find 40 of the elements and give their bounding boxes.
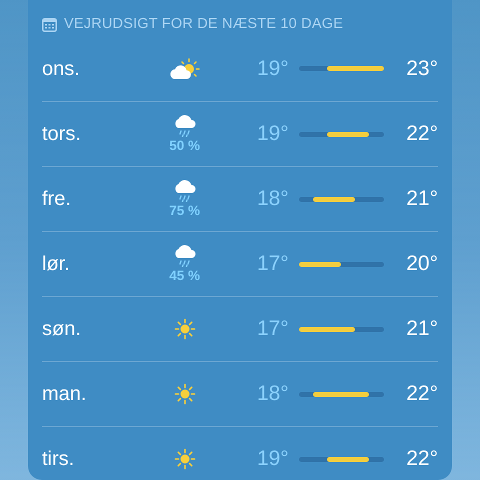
day-label: tors.	[42, 122, 82, 147]
sun-icon	[174, 383, 196, 405]
low-temperature: 17°	[256, 316, 289, 342]
temperature-range-bar	[326, 132, 370, 136]
high-temperature: 21°	[405, 186, 438, 212]
rain-cloud-icon	[172, 245, 197, 268]
low-temperature: 17°	[256, 251, 289, 278]
rain-cloud-icon	[172, 180, 197, 202]
day-label: ons.	[42, 56, 81, 82]
day-label: tirs.	[42, 447, 76, 472]
temperature-range-bar	[298, 326, 356, 332]
day-label: søn.	[42, 317, 82, 342]
calendar-icon	[42, 18, 57, 32]
high-temperature: 22°	[405, 381, 438, 408]
temperature-range-bar	[326, 456, 370, 462]
precipitation-chance: 45 %	[169, 269, 200, 283]
sun-icon	[174, 448, 196, 470]
precipitation-chance: 75 %	[169, 204, 200, 218]
temperature-range-bar	[298, 262, 342, 266]
precipitation-chance: 50 %	[169, 139, 200, 153]
low-temperature: 18°	[256, 381, 289, 408]
temperature-range-bar	[326, 66, 384, 71]
temperature-range-bar	[312, 392, 370, 396]
low-temperature: 19°	[256, 446, 289, 472]
high-temperature: 20°	[405, 251, 438, 278]
rain-cloud-icon	[172, 115, 197, 138]
low-temperature: 19°	[256, 121, 289, 148]
sun-icon	[174, 318, 196, 340]
day-label: man.	[42, 382, 88, 407]
low-temperature: 18°	[256, 186, 289, 212]
day-label: fre.	[42, 187, 72, 212]
section-title: VEJRUDSIGT FOR DE NÆSTE 10 DAGE	[64, 15, 344, 34]
high-temperature: 23°	[405, 56, 438, 82]
low-temperature: 19°	[256, 56, 289, 82]
day-label: lør.	[42, 252, 71, 277]
sun-cloud-icon	[168, 58, 201, 80]
high-temperature: 22°	[405, 121, 438, 148]
temperature-range-bar	[312, 196, 356, 202]
high-temperature: 21°	[405, 316, 438, 342]
high-temperature: 22°	[405, 446, 438, 472]
